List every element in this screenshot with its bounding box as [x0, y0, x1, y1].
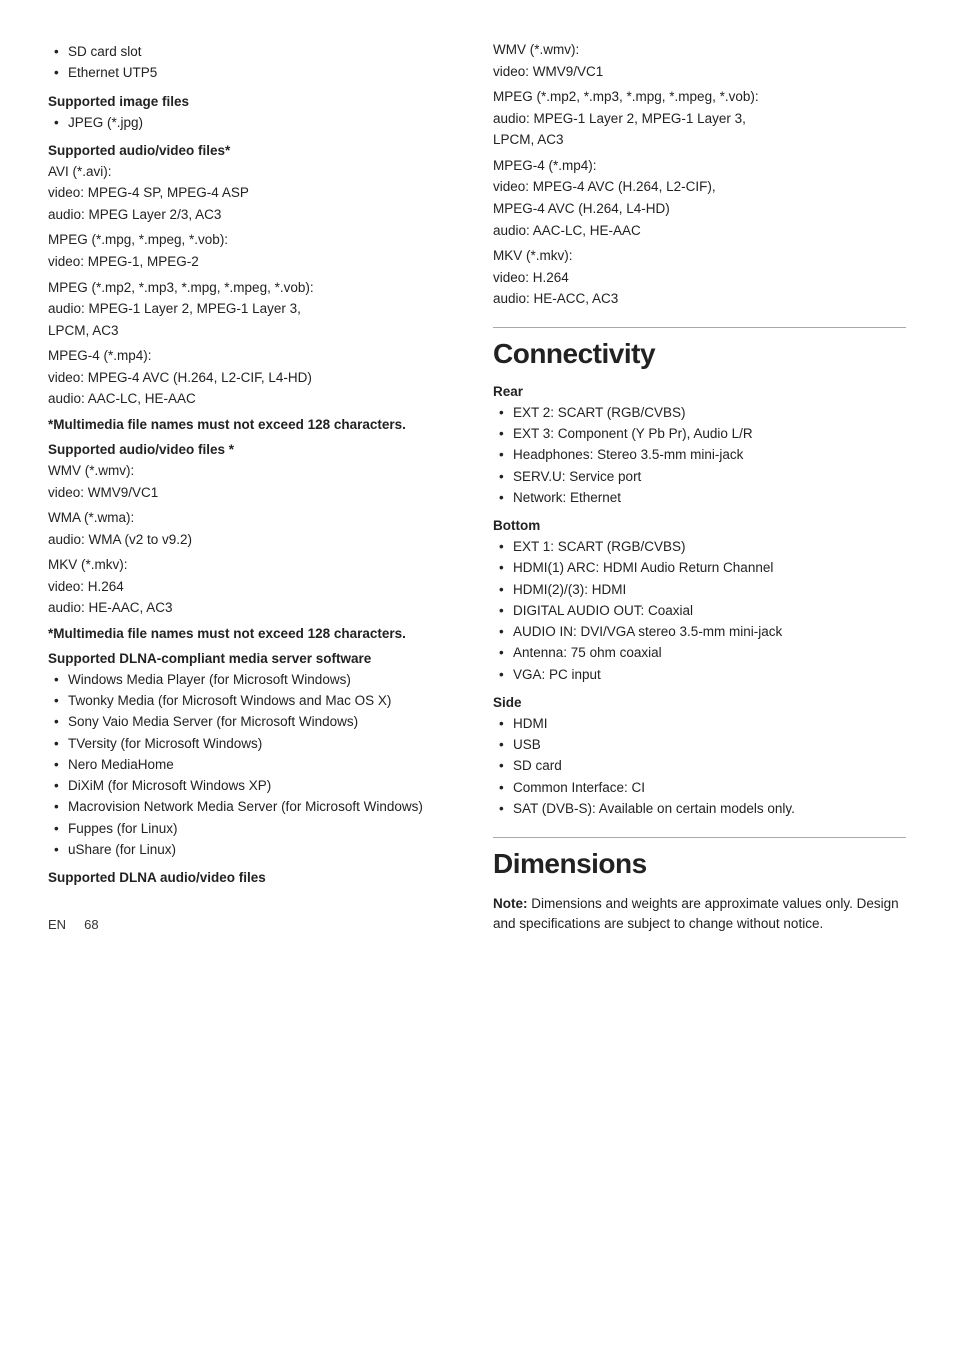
av-format: MPEG (*.mp2, *.mp3, *.mpg, *.mpeg, *.vob…	[493, 87, 906, 107]
av-line: audio: HE-ACC, AC3	[493, 289, 906, 309]
av-block-wma: WMA (*.wma): audio: WMA (v2 to v9.2)	[48, 508, 461, 549]
av-format: MKV (*.mkv):	[48, 555, 461, 575]
rear-list: EXT 2: SCART (RGB/CVBS) EXT 3: Component…	[493, 403, 906, 508]
intro-list: SD card slot Ethernet UTP5	[48, 42, 461, 84]
list-item: EXT 3: Component (Y Pb Pr), Audio L/R	[493, 424, 906, 444]
list-item: SD card	[493, 756, 906, 776]
list-item: USB	[493, 735, 906, 755]
dlna-av-block-wmv: WMV (*.wmv): video: WMV9/VC1	[493, 40, 906, 81]
footer-page: 68	[84, 917, 98, 932]
list-item: VGA: PC input	[493, 665, 906, 685]
note-2: *Multimedia file names must not exceed 1…	[48, 626, 461, 641]
av-block-mpeg4: MPEG-4 (*.mp4): video: MPEG-4 AVC (H.264…	[48, 346, 461, 409]
av-format: MPEG-4 (*.mp4):	[48, 346, 461, 366]
image-files-list: JPEG (*.jpg)	[48, 113, 461, 133]
list-item: Network: Ethernet	[493, 488, 906, 508]
av-line: LPCM, AC3	[493, 130, 906, 150]
list-item: Common Interface: CI	[493, 778, 906, 798]
av-format: MPEG (*.mp2, *.mp3, *.mpg, *.mpeg, *.vob…	[48, 278, 461, 298]
dimensions-note-text: Dimensions and weights are approximate v…	[493, 896, 899, 931]
list-item: TVersity (for Microsoft Windows)	[48, 734, 461, 754]
av-line: video: H.264	[48, 577, 461, 597]
bottom-list: EXT 1: SCART (RGB/CVBS) HDMI(1) ARC: HDM…	[493, 537, 906, 685]
list-item: DIGITAL AUDIO OUT: Coaxial	[493, 601, 906, 621]
av-line: video: MPEG-1, MPEG-2	[48, 252, 461, 272]
bottom-heading: Bottom	[493, 518, 906, 533]
dimensions-note: Note: Dimensions and weights are approxi…	[493, 894, 906, 933]
list-item: Windows Media Player (for Microsoft Wind…	[48, 670, 461, 690]
av-line: MPEG-4 AVC (H.264, L4-HD)	[493, 199, 906, 219]
list-item: HDMI(2)/(3): HDMI	[493, 580, 906, 600]
av-format: MPEG-4 (*.mp4):	[493, 156, 906, 176]
dlna-list: Windows Media Player (for Microsoft Wind…	[48, 670, 461, 860]
list-item: Nero MediaHome	[48, 755, 461, 775]
av-block-avi: AVI (*.avi): video: MPEG-4 SP, MPEG-4 AS…	[48, 162, 461, 225]
av-block-wmv: WMV (*.wmv): video: WMV9/VC1	[48, 461, 461, 502]
av-line: LPCM, AC3	[48, 321, 461, 341]
footer-label: EN	[48, 917, 66, 932]
list-item: Sony Vaio Media Server (for Microsoft Wi…	[48, 712, 461, 732]
list-item: Macrovision Network Media Server (for Mi…	[48, 797, 461, 817]
av-line: video: WMV9/VC1	[48, 483, 461, 503]
dimensions-note-bold: Note:	[493, 896, 528, 911]
dlna-av-block-mpeg4: MPEG-4 (*.mp4): video: MPEG-4 AVC (H.264…	[493, 156, 906, 240]
list-item: Ethernet UTP5	[48, 63, 461, 83]
dlna-av-block-mkv: MKV (*.mkv): video: H.264 audio: HE-ACC,…	[493, 246, 906, 309]
list-item: Twonky Media (for Microsoft Windows and …	[48, 691, 461, 711]
list-item: uShare (for Linux)	[48, 840, 461, 860]
list-item: AUDIO IN: DVI/VGA stereo 3.5-mm mini-jac…	[493, 622, 906, 642]
dimensions-divider	[493, 837, 906, 838]
av-line: video: WMV9/VC1	[493, 62, 906, 82]
rear-heading: Rear	[493, 384, 906, 399]
list-item: EXT 1: SCART (RGB/CVBS)	[493, 537, 906, 557]
av-block-mpeg2: MPEG (*.mp2, *.mp3, *.mpg, *.mpeg, *.vob…	[48, 278, 461, 341]
av-line: audio: MPEG-1 Layer 2, MPEG-1 Layer 3,	[493, 109, 906, 129]
dimensions-heading: Dimensions	[493, 848, 906, 880]
av-files-heading-1: Supported audio/video files*	[48, 143, 461, 158]
list-item: Antenna: 75 ohm coaxial	[493, 643, 906, 663]
note-1: *Multimedia file names must not exceed 1…	[48, 417, 461, 432]
dlna-av-heading: Supported DLNA audio/video files	[48, 870, 461, 885]
av-format: WMA (*.wma):	[48, 508, 461, 528]
connectivity-divider	[493, 327, 906, 328]
list-item: EXT 2: SCART (RGB/CVBS)	[493, 403, 906, 423]
av-line: audio: MPEG Layer 2/3, AC3	[48, 205, 461, 225]
list-item: HDMI	[493, 714, 906, 734]
av-line: video: MPEG-4 SP, MPEG-4 ASP	[48, 183, 461, 203]
list-item: Fuppes (for Linux)	[48, 819, 461, 839]
av-line: audio: HE-AAC, AC3	[48, 598, 461, 618]
side-list: HDMI USB SD card Common Interface: CI SA…	[493, 714, 906, 819]
av-line: audio: AAC-LC, HE-AAC	[48, 389, 461, 409]
list-item: SAT (DVB-S): Available on certain models…	[493, 799, 906, 819]
list-item: Headphones: Stereo 3.5-mm mini-jack	[493, 445, 906, 465]
list-item: SD card slot	[48, 42, 461, 62]
av-line: audio: WMA (v2 to v9.2)	[48, 530, 461, 550]
av-files-heading-2: Supported audio/video files *	[48, 442, 461, 457]
av-block-mpeg1: MPEG (*.mpg, *.mpeg, *.vob): video: MPEG…	[48, 230, 461, 271]
av-format: MKV (*.mkv):	[493, 246, 906, 266]
av-line: video: MPEG-4 AVC (H.264, L2-CIF),	[493, 177, 906, 197]
av-line: video: H.264	[493, 268, 906, 288]
list-item: SERV.U: Service port	[493, 467, 906, 487]
dlna-av-block-mpeg: MPEG (*.mp2, *.mp3, *.mpg, *.mpeg, *.vob…	[493, 87, 906, 150]
av-format: MPEG (*.mpg, *.mpeg, *.vob):	[48, 230, 461, 250]
left-column: SD card slot Ethernet UTP5 Supported ima…	[48, 40, 461, 1314]
list-item: DiXiM (for Microsoft Windows XP)	[48, 776, 461, 796]
list-item: HDMI(1) ARC: HDMI Audio Return Channel	[493, 558, 906, 578]
side-heading: Side	[493, 695, 906, 710]
connectivity-heading: Connectivity	[493, 338, 906, 370]
av-format: AVI (*.avi):	[48, 162, 461, 182]
av-line: audio: MPEG-1 Layer 2, MPEG-1 Layer 3,	[48, 299, 461, 319]
right-column: WMV (*.wmv): video: WMV9/VC1 MPEG (*.mp2…	[493, 40, 906, 1314]
av-block-mkv: MKV (*.mkv): video: H.264 audio: HE-AAC,…	[48, 555, 461, 618]
supported-image-heading: Supported image files	[48, 94, 461, 109]
dlna-heading: Supported DLNA-compliant media server so…	[48, 651, 461, 666]
av-line: video: MPEG-4 AVC (H.264, L2-CIF, L4-HD)	[48, 368, 461, 388]
av-line: audio: AAC-LC, HE-AAC	[493, 221, 906, 241]
av-format: WMV (*.wmv):	[493, 40, 906, 60]
footer: EN 68	[48, 917, 461, 932]
list-item: JPEG (*.jpg)	[48, 113, 461, 133]
av-format: WMV (*.wmv):	[48, 461, 461, 481]
